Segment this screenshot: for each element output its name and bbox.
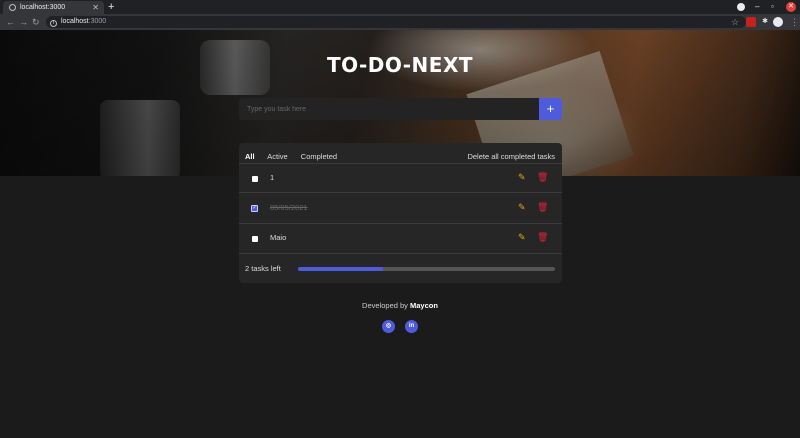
task-row: 1 ✎ 🗑 bbox=[239, 163, 562, 193]
browser-tab-bar: localhost:3000 ✕ + – ▫ ✕ bbox=[0, 0, 800, 14]
minimize-button[interactable]: – bbox=[755, 0, 759, 14]
add-task-button[interactable]: + bbox=[539, 98, 562, 120]
task-panel: All Active Completed Delete all complete… bbox=[239, 143, 562, 283]
browser-menu-icon[interactable]: ⋮ bbox=[790, 14, 799, 30]
task-text: 1 bbox=[270, 173, 275, 182]
reload-icon[interactable]: ↻ bbox=[32, 14, 40, 30]
task-checkbox[interactable] bbox=[252, 176, 258, 182]
edit-pencil-icon[interactable]: ✎ bbox=[518, 202, 526, 213]
filter-completed[interactable]: Completed bbox=[301, 152, 337, 161]
browser-toolbar: ← → ↻ i localhost:3000 ☆ ✱ ⋮ bbox=[0, 14, 800, 30]
filter-active[interactable]: Active bbox=[267, 152, 287, 161]
forward-icon[interactable]: → bbox=[19, 14, 28, 30]
footer-prefix: Developed by bbox=[362, 301, 408, 310]
new-tab-button[interactable]: + bbox=[108, 0, 114, 14]
new-task-input[interactable] bbox=[239, 98, 539, 120]
url-host: localhost bbox=[61, 18, 89, 25]
edit-pencil-icon[interactable]: ✎ bbox=[518, 172, 526, 183]
delete-trash-icon[interactable]: 🗑 bbox=[537, 172, 548, 183]
progress-fill bbox=[298, 267, 383, 271]
window-close-button[interactable]: ✕ bbox=[786, 2, 796, 12]
delete-trash-icon[interactable]: 🗑 bbox=[537, 232, 548, 243]
browser-tab[interactable]: localhost:3000 ✕ bbox=[3, 1, 104, 14]
task-text: Maio bbox=[270, 233, 287, 242]
footer-credit: Developed by Maycon bbox=[0, 301, 800, 310]
address-bar[interactable]: i localhost:3000 bbox=[46, 16, 746, 28]
edit-pencil-icon[interactable]: ✎ bbox=[518, 232, 526, 243]
bookmark-star-icon[interactable]: ☆ bbox=[731, 14, 739, 30]
delete-completed-button[interactable]: Delete all completed tasks bbox=[467, 152, 555, 161]
task-text: 05/05/2021 bbox=[270, 203, 308, 212]
restore-button[interactable]: ▫ bbox=[771, 0, 774, 14]
back-icon[interactable]: ← bbox=[6, 14, 15, 30]
globe-icon bbox=[9, 4, 16, 11]
linkedin-icon[interactable]: in bbox=[405, 320, 418, 333]
tasks-left-counter: 2 tasks left bbox=[245, 264, 281, 273]
task-row: Maio ✎ 🗑 bbox=[239, 224, 562, 254]
extension-red-icon[interactable] bbox=[746, 17, 756, 27]
progress-bar bbox=[298, 267, 555, 271]
filter-all[interactable]: All bbox=[245, 152, 255, 161]
task-checkbox-checked[interactable]: ✓ bbox=[251, 205, 258, 212]
tab-close-icon[interactable]: ✕ bbox=[92, 3, 99, 12]
url-port: :3000 bbox=[88, 18, 107, 25]
profile-avatar-icon[interactable] bbox=[773, 17, 783, 27]
extensions-puzzle-icon[interactable]: ✱ bbox=[760, 17, 770, 27]
site-info-icon[interactable]: i bbox=[50, 20, 57, 27]
tab-title: localhost:3000 bbox=[20, 4, 66, 11]
task-row: ✓ 05/05/2021 ✎ 🗑 bbox=[239, 194, 562, 224]
github-icon[interactable]: ◎ bbox=[382, 320, 395, 333]
task-checkbox[interactable] bbox=[252, 236, 258, 242]
delete-trash-icon[interactable]: 🗑 bbox=[537, 202, 548, 213]
app-title: TO-DO-NEXT bbox=[326, 53, 474, 77]
profile-dot-icon[interactable] bbox=[737, 3, 745, 11]
footer-author[interactable]: Maycon bbox=[410, 301, 438, 310]
filter-tabs: All Active Completed bbox=[245, 152, 348, 161]
